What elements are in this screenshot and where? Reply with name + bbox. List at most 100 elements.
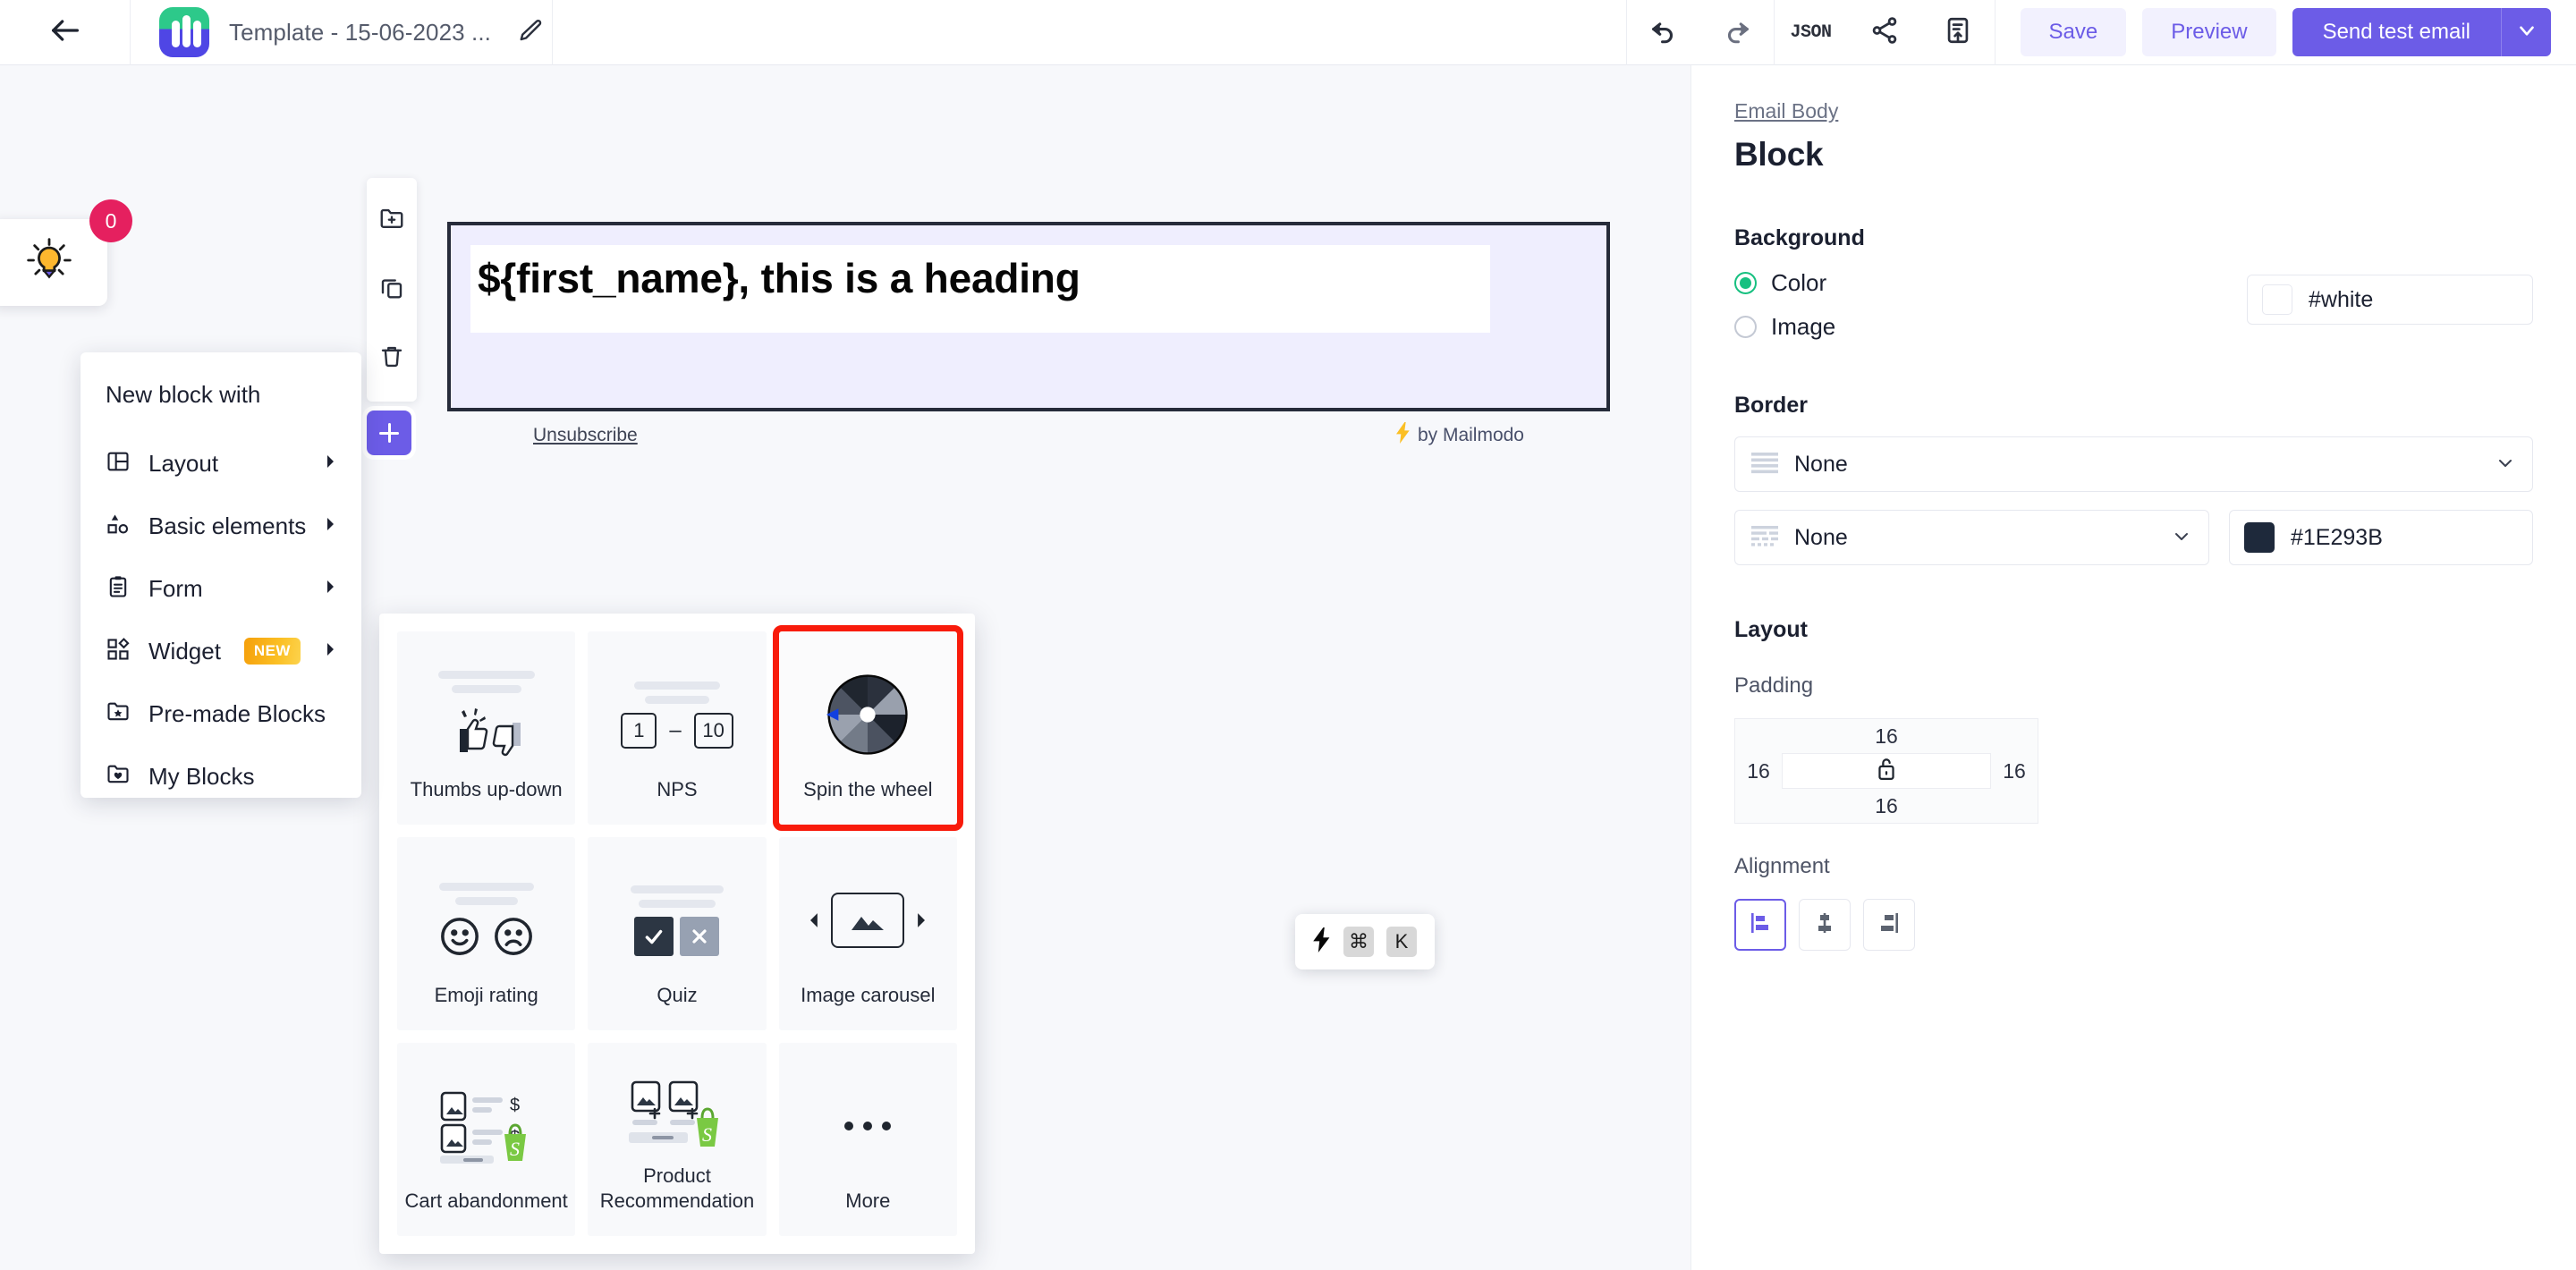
nps-icon: 1 – 10 bbox=[588, 653, 766, 777]
powered-by-mailmodo: by Mailmodo bbox=[1395, 422, 1524, 449]
svg-text:S: S bbox=[702, 1123, 712, 1146]
widget-label: Emoji rating bbox=[434, 983, 538, 1006]
alignment-options bbox=[1734, 899, 2533, 951]
breadcrumb[interactable]: Email Body bbox=[1734, 99, 1838, 123]
heading-text-element[interactable]: ${first_name}, this is a heading bbox=[470, 245, 1490, 333]
widget-label: Quiz bbox=[657, 983, 698, 1006]
delete-block-button[interactable] bbox=[369, 326, 415, 391]
radio-background-image[interactable]: Image bbox=[1734, 313, 1835, 341]
export-file-icon bbox=[1943, 15, 1973, 50]
menu-item-layout[interactable]: Layout bbox=[80, 432, 361, 495]
align-right-icon bbox=[1877, 910, 1902, 940]
padding-top-input[interactable]: 16 bbox=[1782, 719, 1991, 753]
radio-label: Color bbox=[1771, 269, 1827, 296]
border-section-label: Border bbox=[1734, 393, 1808, 418]
emoji-rating-icon bbox=[397, 859, 575, 983]
widget-card-thumbs-up-down[interactable]: Thumbs up-down bbox=[397, 631, 576, 825]
widget-picker-panel: Thumbs up-down 1 – 10 NPS Spin the wheel… bbox=[379, 614, 975, 1254]
widget-card-nps[interactable]: 1 – 10 NPS bbox=[588, 631, 767, 825]
tips-button[interactable] bbox=[0, 219, 107, 306]
widget-card-quiz[interactable]: Quiz bbox=[588, 837, 767, 1030]
menu-item-basic-elements[interactable]: Basic elements bbox=[80, 495, 361, 557]
widget-card-cart-abandonment[interactable]: $ $ S Cart abandonment bbox=[397, 1043, 576, 1236]
export-button[interactable] bbox=[1921, 0, 1995, 65]
widget-label: Cart abandonment bbox=[404, 1189, 568, 1212]
folder-plus-icon bbox=[378, 206, 405, 237]
svg-text:$: $ bbox=[510, 1096, 520, 1115]
padding-editor: 16 16 16 16 bbox=[1734, 718, 2038, 824]
command-palette-hint[interactable]: ⌘ K bbox=[1295, 914, 1435, 969]
widget-card-more[interactable]: More bbox=[778, 1043, 957, 1236]
radio-dot-icon bbox=[1734, 272, 1757, 294]
widget-label: Spin the wheel bbox=[803, 777, 933, 800]
send-test-email-dropdown-button[interactable] bbox=[2501, 8, 2551, 56]
send-test-email-button[interactable]: Send test email bbox=[2292, 8, 2501, 56]
padding-right-input[interactable]: 16 bbox=[1991, 719, 2038, 823]
widget-label: Thumbs up-down bbox=[410, 777, 563, 800]
align-left-button[interactable] bbox=[1734, 899, 1786, 951]
save-to-blocks-button[interactable] bbox=[369, 189, 415, 253]
mailmodo-logo bbox=[159, 7, 209, 57]
redo-icon bbox=[1722, 15, 1752, 50]
bolt-icon bbox=[1313, 927, 1331, 957]
back-button[interactable] bbox=[0, 0, 131, 65]
save-button[interactable]: Save bbox=[2020, 8, 2127, 56]
widget-card-image-carousel[interactable]: Image carousel bbox=[778, 837, 957, 1030]
send-test-email-group: Send test email bbox=[2292, 8, 2551, 56]
selected-email-block[interactable]: ${first_name}, this is a heading bbox=[447, 222, 1610, 411]
shapes-icon bbox=[106, 512, 131, 541]
border-width-value: None bbox=[1794, 524, 1848, 550]
background-section-label: Background bbox=[1734, 225, 1865, 250]
border-style-select[interactable]: None bbox=[1734, 436, 2533, 492]
redo-button[interactable] bbox=[1700, 0, 1774, 65]
undo-button[interactable] bbox=[1627, 0, 1700, 65]
color-value: #1E293B bbox=[2291, 524, 2383, 550]
unsubscribe-link[interactable]: Unsubscribe bbox=[533, 425, 638, 446]
product-recommendation-icon: S bbox=[588, 1064, 766, 1164]
chevron-right-icon bbox=[324, 454, 338, 473]
border-width-select[interactable]: None bbox=[1734, 510, 2209, 565]
padding-bottom-input[interactable]: 16 bbox=[1782, 789, 1991, 823]
widget-card-emoji-rating[interactable]: Emoji rating bbox=[397, 837, 576, 1030]
chevron-down-icon bbox=[2515, 19, 2538, 47]
json-button[interactable]: JSON bbox=[1775, 0, 1848, 65]
radio-dot-icon bbox=[1734, 316, 1757, 338]
border-color-field[interactable]: #1E293B bbox=[2229, 510, 2533, 565]
menu-item-my-blocks[interactable]: My Blocks bbox=[80, 745, 361, 808]
duplicate-block-button[interactable] bbox=[369, 258, 415, 322]
menu-item-form[interactable]: Form bbox=[80, 557, 361, 620]
folder-star-icon bbox=[106, 699, 131, 729]
pencil-icon bbox=[518, 17, 545, 48]
folder-heart-icon bbox=[106, 762, 131, 792]
background-color-field[interactable]: #white bbox=[2247, 275, 2533, 325]
preview-button[interactable]: Preview bbox=[2142, 8, 2276, 56]
color-swatch bbox=[2244, 522, 2275, 553]
chevron-right-icon bbox=[324, 642, 338, 661]
align-left-icon bbox=[1748, 910, 1773, 940]
header-spacer bbox=[553, 0, 1626, 65]
background-type-radios: Color Image bbox=[1734, 269, 1835, 341]
nps-range-from: 1 bbox=[621, 712, 657, 749]
spin-the-wheel-icon bbox=[779, 653, 957, 777]
add-block-button[interactable] bbox=[367, 411, 411, 455]
padding-left-input[interactable]: 16 bbox=[1735, 719, 1782, 823]
menu-title: New block with bbox=[106, 381, 261, 408]
trash-icon bbox=[378, 343, 405, 374]
share-button[interactable] bbox=[1848, 0, 1921, 65]
menu-item-widget[interactable]: Widget NEW bbox=[80, 620, 361, 682]
menu-item-label: Basic elements bbox=[148, 512, 307, 539]
widget-card-product-recommendation[interactable]: S Product Recommendation bbox=[588, 1043, 767, 1236]
align-center-button[interactable] bbox=[1799, 899, 1851, 951]
rename-template-button[interactable] bbox=[511, 12, 552, 53]
widget-card-spin-the-wheel[interactable]: Spin the wheel bbox=[772, 625, 963, 831]
padding-lock-toggle[interactable] bbox=[1782, 753, 1991, 789]
menu-item-pre-made-blocks[interactable]: Pre-made Blocks bbox=[80, 682, 361, 745]
nps-range-to: 10 bbox=[693, 712, 733, 749]
history-group bbox=[1627, 0, 1774, 65]
align-center-icon bbox=[1812, 910, 1837, 940]
align-right-button[interactable] bbox=[1863, 899, 1915, 951]
layout-icon bbox=[106, 449, 131, 478]
image-carousel-icon bbox=[779, 859, 957, 983]
radio-background-color[interactable]: Color bbox=[1734, 269, 1835, 297]
background-row: Color Image #white bbox=[1734, 269, 2533, 341]
